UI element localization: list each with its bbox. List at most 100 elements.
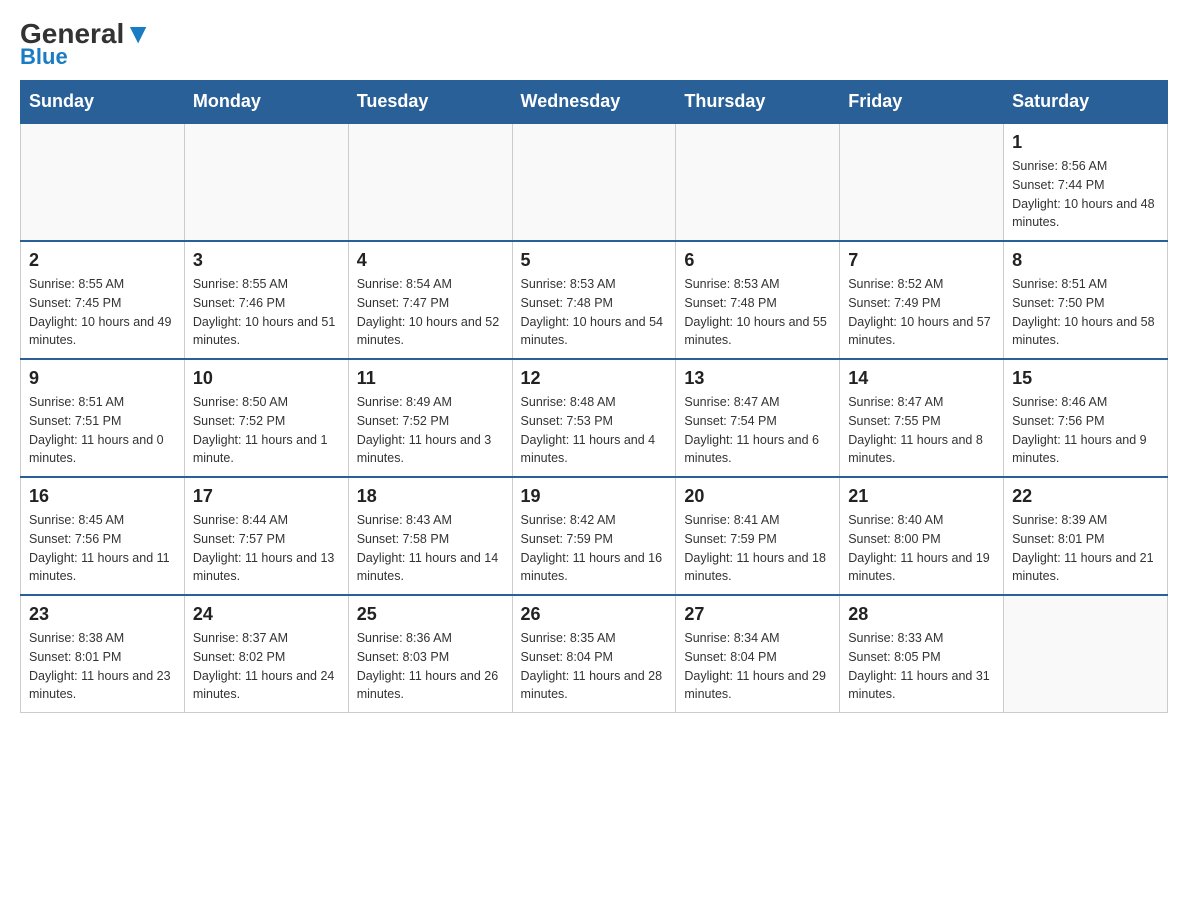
day-info: Sunrise: 8:46 AM Sunset: 7:56 PM Dayligh…	[1012, 393, 1159, 468]
day-info: Sunrise: 8:47 AM Sunset: 7:54 PM Dayligh…	[684, 393, 831, 468]
day-info: Sunrise: 8:33 AM Sunset: 8:05 PM Dayligh…	[848, 629, 995, 704]
logo-blue-text: Blue	[20, 44, 68, 70]
day-info: Sunrise: 8:53 AM Sunset: 7:48 PM Dayligh…	[684, 275, 831, 350]
day-cell: 3 Sunrise: 8:55 AM Sunset: 7:46 PM Daylig…	[184, 241, 348, 359]
week-row-2: 9Sunrise: 8:51 AM Sunset: 7:51 PM Daylig…	[21, 359, 1168, 477]
week-row-0: 1 Sunrise: 8:56 AM Sunset: 7:44 PM Daylig…	[21, 123, 1168, 241]
day-cell: 6Sunrise: 8:53 AM Sunset: 7:48 PM Daylig…	[676, 241, 840, 359]
day-cell	[1004, 595, 1168, 713]
day-cell	[21, 123, 185, 241]
day-cell	[348, 123, 512, 241]
day-cell: 18 Sunrise: 8:43 AM Sunset: 7:58 PM Dayli…	[348, 477, 512, 595]
day-info: Sunrise: 8:49 AM Sunset: 7:52 PM Dayligh…	[357, 393, 504, 468]
day-cell: 21 Sunrise: 8:40 AM Sunset: 8:00 PM Dayli…	[840, 477, 1004, 595]
week-row-4: 23 Sunrise: 8:38 AM Sunset: 8:01 PM Dayli…	[21, 595, 1168, 713]
day-info: Sunrise: 8:53 AM Sunset: 7:48 PM Dayligh…	[521, 275, 668, 350]
day-number: 27	[684, 604, 831, 625]
day-cell	[840, 123, 1004, 241]
day-number: 7	[848, 250, 995, 271]
day-info: Sunrise: 8:39 AM Sunset: 8:01 PM Dayligh…	[1012, 511, 1159, 586]
calendar-header: SundayMondayTuesdayWednesdayThursdayFrid…	[21, 81, 1168, 124]
header-row: SundayMondayTuesdayWednesdayThursdayFrid…	[21, 81, 1168, 124]
day-info: Sunrise: 8:55 AM Sunset: 7:46 PM Dayligh…	[193, 275, 340, 350]
header-day-thursday: Thursday	[676, 81, 840, 124]
day-info: Sunrise: 8:51 AM Sunset: 7:50 PM Dayligh…	[1012, 275, 1159, 350]
day-cell: 22 Sunrise: 8:39 AM Sunset: 8:01 PM Dayli…	[1004, 477, 1168, 595]
day-number: 17	[193, 486, 340, 507]
day-number: 25	[357, 604, 504, 625]
day-number: 16	[29, 486, 176, 507]
day-info: Sunrise: 8:45 AM Sunset: 7:56 PM Dayligh…	[29, 511, 176, 586]
day-number: 11	[357, 368, 504, 389]
day-number: 13	[684, 368, 831, 389]
day-info: Sunrise: 8:52 AM Sunset: 7:49 PM Dayligh…	[848, 275, 995, 350]
day-cell: 1 Sunrise: 8:56 AM Sunset: 7:44 PM Daylig…	[1004, 123, 1168, 241]
day-info: Sunrise: 8:34 AM Sunset: 8:04 PM Dayligh…	[684, 629, 831, 704]
day-cell: 28 Sunrise: 8:33 AM Sunset: 8:05 PM Dayli…	[840, 595, 1004, 713]
day-number: 5	[521, 250, 668, 271]
day-info: Sunrise: 8:37 AM Sunset: 8:02 PM Dayligh…	[193, 629, 340, 704]
logo: General▼ Blue	[20, 20, 152, 70]
day-cell: 5 Sunrise: 8:53 AM Sunset: 7:48 PM Daylig…	[512, 241, 676, 359]
week-row-3: 16 Sunrise: 8:45 AM Sunset: 7:56 PM Dayli…	[21, 477, 1168, 595]
day-cell: 16 Sunrise: 8:45 AM Sunset: 7:56 PM Dayli…	[21, 477, 185, 595]
day-number: 8	[1012, 250, 1159, 271]
calendar-body: 1 Sunrise: 8:56 AM Sunset: 7:44 PM Daylig…	[21, 123, 1168, 713]
day-cell: 25 Sunrise: 8:36 AM Sunset: 8:03 PM Dayli…	[348, 595, 512, 713]
day-info: Sunrise: 8:43 AM Sunset: 7:58 PM Dayligh…	[357, 511, 504, 586]
day-info: Sunrise: 8:54 AM Sunset: 7:47 PM Dayligh…	[357, 275, 504, 350]
day-cell: 2Sunrise: 8:55 AM Sunset: 7:45 PM Daylig…	[21, 241, 185, 359]
day-cell: 11 Sunrise: 8:49 AM Sunset: 7:52 PM Dayli…	[348, 359, 512, 477]
day-cell: 14 Sunrise: 8:47 AM Sunset: 7:55 PM Dayli…	[840, 359, 1004, 477]
day-cell: 26Sunrise: 8:35 AM Sunset: 8:04 PM Dayli…	[512, 595, 676, 713]
day-number: 4	[357, 250, 504, 271]
day-cell: 13 Sunrise: 8:47 AM Sunset: 7:54 PM Dayli…	[676, 359, 840, 477]
page-header: General▼ Blue	[20, 20, 1168, 70]
day-info: Sunrise: 8:47 AM Sunset: 7:55 PM Dayligh…	[848, 393, 995, 468]
day-cell: 19 Sunrise: 8:42 AM Sunset: 7:59 PM Dayli…	[512, 477, 676, 595]
day-info: Sunrise: 8:36 AM Sunset: 8:03 PM Dayligh…	[357, 629, 504, 704]
header-day-friday: Friday	[840, 81, 1004, 124]
day-info: Sunrise: 8:56 AM Sunset: 7:44 PM Dayligh…	[1012, 157, 1159, 232]
day-cell	[512, 123, 676, 241]
calendar-table: SundayMondayTuesdayWednesdayThursdayFrid…	[20, 80, 1168, 713]
day-cell: 15 Sunrise: 8:46 AM Sunset: 7:56 PM Dayli…	[1004, 359, 1168, 477]
day-number: 23	[29, 604, 176, 625]
header-day-wednesday: Wednesday	[512, 81, 676, 124]
day-info: Sunrise: 8:51 AM Sunset: 7:51 PM Dayligh…	[29, 393, 176, 468]
day-number: 14	[848, 368, 995, 389]
day-info: Sunrise: 8:50 AM Sunset: 7:52 PM Dayligh…	[193, 393, 340, 468]
day-cell: 20Sunrise: 8:41 AM Sunset: 7:59 PM Dayli…	[676, 477, 840, 595]
day-info: Sunrise: 8:55 AM Sunset: 7:45 PM Dayligh…	[29, 275, 176, 350]
day-info: Sunrise: 8:35 AM Sunset: 8:04 PM Dayligh…	[521, 629, 668, 704]
day-info: Sunrise: 8:38 AM Sunset: 8:01 PM Dayligh…	[29, 629, 176, 704]
day-number: 24	[193, 604, 340, 625]
day-cell	[184, 123, 348, 241]
day-cell: 23 Sunrise: 8:38 AM Sunset: 8:01 PM Dayli…	[21, 595, 185, 713]
day-number: 21	[848, 486, 995, 507]
week-row-1: 2Sunrise: 8:55 AM Sunset: 7:45 PM Daylig…	[21, 241, 1168, 359]
day-number: 1	[1012, 132, 1159, 153]
header-day-monday: Monday	[184, 81, 348, 124]
day-info: Sunrise: 8:48 AM Sunset: 7:53 PM Dayligh…	[521, 393, 668, 468]
day-number: 19	[521, 486, 668, 507]
day-number: 28	[848, 604, 995, 625]
header-day-saturday: Saturday	[1004, 81, 1168, 124]
day-info: Sunrise: 8:42 AM Sunset: 7:59 PM Dayligh…	[521, 511, 668, 586]
day-number: 15	[1012, 368, 1159, 389]
day-cell: 8 Sunrise: 8:51 AM Sunset: 7:50 PM Daylig…	[1004, 241, 1168, 359]
header-day-sunday: Sunday	[21, 81, 185, 124]
day-number: 3	[193, 250, 340, 271]
day-number: 22	[1012, 486, 1159, 507]
day-info: Sunrise: 8:41 AM Sunset: 7:59 PM Dayligh…	[684, 511, 831, 586]
logo-arrow-icon: ▼	[124, 18, 152, 49]
day-cell: 27 Sunrise: 8:34 AM Sunset: 8:04 PM Dayli…	[676, 595, 840, 713]
day-info: Sunrise: 8:44 AM Sunset: 7:57 PM Dayligh…	[193, 511, 340, 586]
day-cell: 12Sunrise: 8:48 AM Sunset: 7:53 PM Dayli…	[512, 359, 676, 477]
day-number: 18	[357, 486, 504, 507]
day-info: Sunrise: 8:40 AM Sunset: 8:00 PM Dayligh…	[848, 511, 995, 586]
day-cell: 7 Sunrise: 8:52 AM Sunset: 7:49 PM Daylig…	[840, 241, 1004, 359]
day-cell: 17 Sunrise: 8:44 AM Sunset: 7:57 PM Dayli…	[184, 477, 348, 595]
day-cell: 24 Sunrise: 8:37 AM Sunset: 8:02 PM Dayli…	[184, 595, 348, 713]
day-number: 10	[193, 368, 340, 389]
